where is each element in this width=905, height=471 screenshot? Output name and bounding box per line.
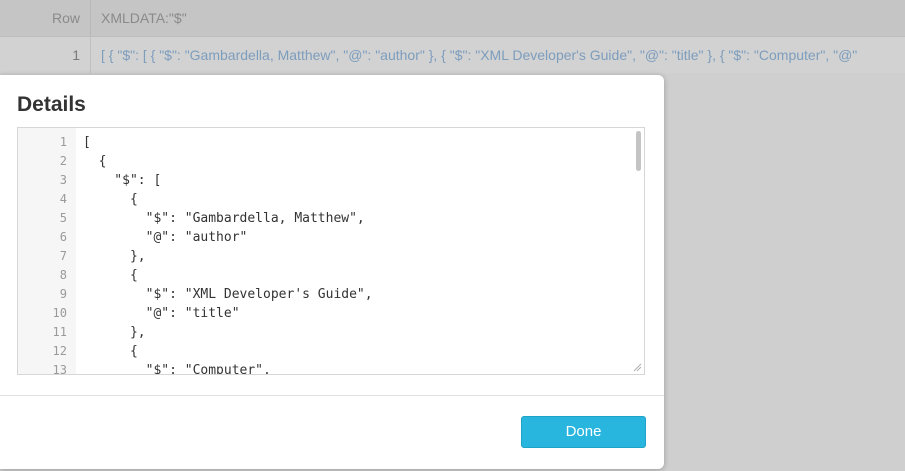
dialog-footer-divider: [0, 395, 664, 396]
code-line: 13 "$": "Computer",: [18, 361, 628, 375]
code-line: 6 "@": "author": [18, 228, 628, 247]
vertical-scrollbar[interactable]: [636, 131, 641, 171]
line-number: 9: [59, 287, 67, 301]
code-line: 5 "$": "Gambardella, Matthew",: [18, 209, 628, 228]
code-line: 2 {: [18, 152, 628, 171]
row-number-header: Row: [0, 0, 91, 36]
line-number: 2: [59, 154, 67, 168]
done-button[interactable]: Done: [521, 416, 646, 448]
code-text: {: [83, 192, 138, 207]
line-number: 5: [59, 211, 67, 225]
code-line: 10 "@": "title": [18, 304, 628, 323]
line-number: 11: [52, 325, 67, 339]
code-text: "$": "XML Developer's Guide",: [83, 287, 373, 302]
column-header-xmldata[interactable]: XMLDATA:"$": [101, 0, 187, 36]
cell-xmldata[interactable]: [ { "$": [ { "$": "Gambardella, Matthew"…: [101, 37, 905, 73]
code-line: 4 {: [18, 190, 628, 209]
code-text: {: [83, 344, 138, 359]
line-number: 7: [59, 249, 67, 263]
code-line: 7 },: [18, 247, 628, 266]
json-viewer[interactable]: 1[2 {3 "$": [4 {5 "$": "Gambardella, Mat…: [17, 127, 645, 375]
code-line: 8 {: [18, 266, 628, 285]
code-line: 9 "$": "XML Developer's Guide",: [18, 285, 628, 304]
code-line: 3 "$": [: [18, 171, 628, 190]
line-number: 4: [59, 192, 67, 206]
code-text: {: [83, 154, 107, 169]
code-text: },: [83, 249, 146, 264]
code-text: "@": "author": [83, 230, 248, 245]
code-line: 11 },: [18, 323, 628, 342]
code-line: 1[: [18, 133, 628, 152]
line-number: 12: [52, 344, 67, 358]
code-text: "@": "title": [83, 306, 240, 321]
line-number: 1: [59, 135, 67, 149]
code-text: "$": "Gambardella, Matthew",: [83, 211, 365, 226]
line-number: 3: [59, 173, 67, 187]
details-dialog: Details 1[2 {3 "$": [4 {5 "$": "Gambarde…: [0, 75, 664, 469]
code-text: },: [83, 325, 146, 340]
line-number: 6: [59, 230, 67, 244]
line-number: 10: [52, 306, 67, 320]
grid-header: Row XMLDATA:"$": [0, 0, 905, 37]
code-text: "$": "Computer",: [83, 363, 271, 375]
resize-handle-icon[interactable]: [632, 362, 642, 372]
code-text: {: [83, 268, 138, 283]
code-text: [: [83, 135, 91, 150]
line-number: 8: [59, 268, 67, 282]
code-line: 12 {: [18, 342, 628, 361]
dialog-title: Details: [17, 93, 86, 116]
line-number: 13: [52, 363, 67, 375]
code-text: "$": [: [83, 173, 162, 188]
table-row[interactable]: 1 [ { "$": [ { "$": "Gambardella, Matthe…: [0, 37, 905, 73]
row-number: 1: [0, 37, 91, 73]
